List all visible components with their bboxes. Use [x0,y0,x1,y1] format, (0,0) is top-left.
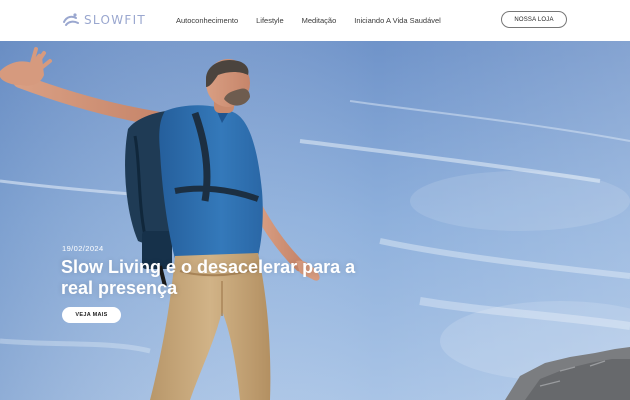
logo-text: SLOWFIT [84,13,147,27]
site-header: SLOWFIT Autoconhecimento Lifestyle Medit… [0,0,630,41]
post-date: 19/02/2024 [62,244,104,253]
nav-link-iniciando-vida-saudavel[interactable]: Iniciando A Vida Saudável [354,16,441,25]
nav-link-autoconhecimento[interactable]: Autoconhecimento [176,16,238,25]
nav-link-lifestyle[interactable]: Lifestyle [256,16,284,25]
post-title[interactable]: Slow Living e o desacelerar para a real … [61,257,361,299]
hero-image [0,41,630,400]
logo-mark-icon [63,13,79,26]
shop-button[interactable]: NOSSA LOJA [501,11,567,28]
read-more-button[interactable]: VEJA MAIS [62,307,121,323]
main-nav: Autoconhecimento Lifestyle Meditação Ini… [176,0,459,41]
logo[interactable]: SLOWFIT [62,11,146,29]
hero-banner: 19/02/2024 Slow Living e o desacelerar p… [0,41,630,400]
nav-link-meditacao[interactable]: Meditação [302,16,337,25]
